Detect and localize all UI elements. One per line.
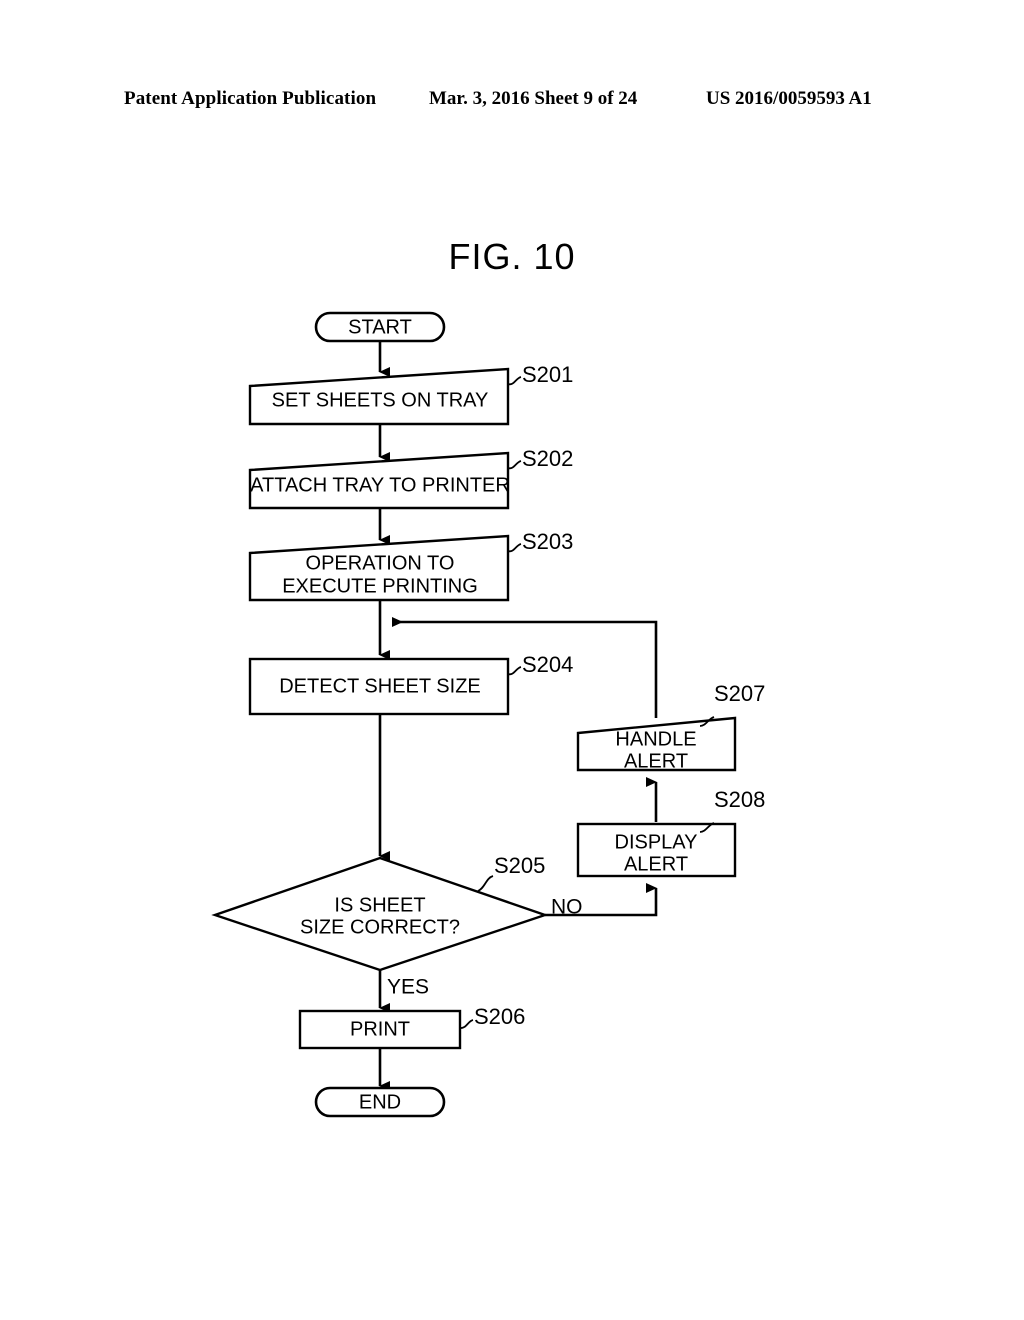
- step-number-s202: S202: [522, 446, 573, 471]
- step-number-s205: S205: [494, 853, 545, 878]
- node-s207: HANDLE ALERT: [576, 716, 737, 772]
- node-s203-label-line1: OPERATION TO: [306, 552, 455, 574]
- node-start-label: START: [348, 316, 412, 338]
- branch-label-yes: YES: [387, 976, 429, 999]
- node-s203-label-line2: EXECUTE PRINTING: [282, 575, 478, 597]
- step-number-s208: S208: [714, 787, 765, 812]
- node-end-label: END: [359, 1091, 401, 1113]
- callout-s204: S204: [507, 652, 573, 677]
- callout-s201: S201: [507, 362, 573, 387]
- step-number-s207: S207: [714, 681, 765, 706]
- node-s202: ATTACH TRAY TO PRINTER: [248, 451, 510, 510]
- node-s204-label: DETECT SHEET SIZE: [279, 675, 481, 697]
- node-s201-label: SET SHEETS ON TRAY: [272, 389, 489, 411]
- node-s208-label-line2: ALERT: [624, 853, 688, 875]
- node-s201: SET SHEETS ON TRAY: [248, 367, 510, 426]
- step-number-s203: S203: [522, 529, 573, 554]
- node-end: END: [314, 1086, 446, 1118]
- branch-label-no: NO: [551, 896, 583, 919]
- callout-s206: S206: [459, 1004, 525, 1029]
- node-s208-label-line1: DISPLAY: [615, 831, 698, 853]
- flowchart-diagram: START SET SHEETS ON TRAY S201 ATTACH TRA…: [211, 311, 765, 1118]
- callout-s205: S205: [477, 853, 545, 892]
- callout-s203: S203: [507, 529, 573, 554]
- node-s206: PRINT: [298, 1009, 462, 1050]
- node-start: START: [314, 311, 446, 343]
- node-s204: DETECT SHEET SIZE: [248, 657, 510, 716]
- node-s206-label: PRINT: [350, 1018, 410, 1040]
- step-number-s204: S204: [522, 652, 573, 677]
- node-s208: DISPLAY ALERT: [576, 822, 737, 878]
- node-s207-label-line2: ALERT: [624, 750, 688, 772]
- node-s205-label-line2: SIZE CORRECT?: [300, 916, 460, 938]
- step-number-s206: S206: [474, 1004, 525, 1029]
- step-number-s201: S201: [522, 362, 573, 387]
- node-s205-label-line1: IS SHEET: [334, 894, 425, 916]
- node-s202-label: ATTACH TRAY TO PRINTER: [250, 474, 510, 496]
- callout-s202: S202: [507, 446, 573, 471]
- node-s203: OPERATION TO EXECUTE PRINTING: [248, 534, 510, 602]
- node-s207-label-line1: HANDLE: [615, 728, 696, 750]
